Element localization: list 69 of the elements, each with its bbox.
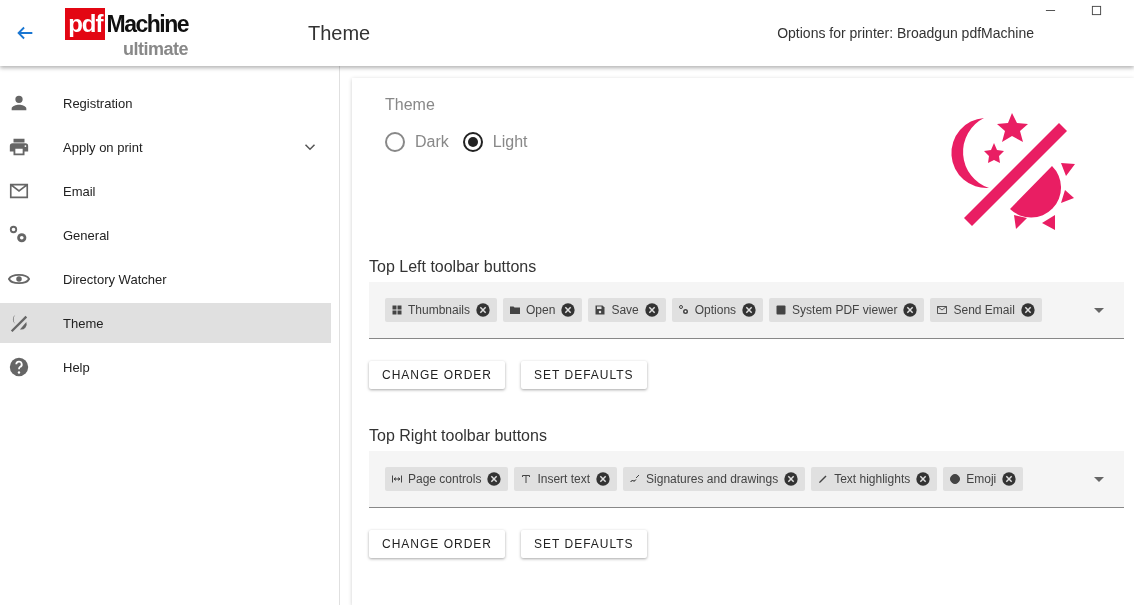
- action-button[interactable]: CHANGE ORDER: [369, 361, 505, 389]
- toolbar-chip[interactable]: Insert text: [514, 467, 618, 491]
- chip-select-field[interactable]: Thumbnails Open Save Options System PDF viewer Send Email: [369, 282, 1124, 339]
- remove-icon[interactable]: [643, 302, 660, 318]
- dropdown-caret-icon[interactable]: [1094, 476, 1104, 482]
- toolbar-chip[interactable]: Text highlights: [811, 467, 938, 491]
- dropdown-caret-icon[interactable]: [1094, 307, 1104, 313]
- pen-icon: [629, 473, 642, 485]
- logo-subtitle: ultimate: [123, 40, 188, 58]
- folder-icon: [509, 304, 522, 316]
- printer-icon: [8, 136, 30, 158]
- width-icon: [391, 473, 403, 485]
- toolbar-chip[interactable]: Open: [503, 298, 583, 322]
- remove-icon[interactable]: [741, 302, 758, 318]
- chip-label: Open: [526, 303, 556, 317]
- chip-label: Signatures and drawings: [646, 472, 779, 486]
- section-title: Top Left toolbar buttons: [369, 258, 538, 276]
- sidebar-item[interactable]: Registration: [0, 83, 331, 123]
- chip-label: Save: [611, 303, 639, 317]
- theme-radio[interactable]: Light: [462, 132, 528, 152]
- remove-icon[interactable]: [475, 302, 492, 318]
- theme-label: Theme: [385, 96, 436, 114]
- sidebar-item[interactable]: Theme: [0, 303, 331, 343]
- sidebar-item[interactable]: Directory Watcher: [0, 259, 331, 299]
- sidebar-item[interactable]: General: [0, 215, 331, 255]
- grid-icon: [391, 304, 403, 316]
- toolbar-chip[interactable]: Page controls: [385, 467, 509, 491]
- toolbar-chip[interactable]: Save: [588, 298, 666, 322]
- action-button[interactable]: CHANGE ORDER: [369, 530, 505, 558]
- sidebar-item[interactable]: Apply on print: [0, 127, 331, 167]
- help-icon: [8, 356, 30, 378]
- sidebar-item[interactable]: Help: [0, 347, 331, 387]
- chip-label: Page controls: [408, 472, 482, 486]
- marker-icon: [817, 473, 830, 485]
- chip-label: Options: [694, 303, 737, 317]
- toolbar-chip[interactable]: Thumbnails: [385, 298, 498, 322]
- remove-icon[interactable]: [1019, 302, 1036, 318]
- printer-label: Options for printer: Broadgun pdfMachine: [777, 25, 1034, 41]
- chip-label: System PDF viewer: [792, 303, 898, 317]
- chip-label: Thumbnails: [408, 303, 471, 317]
- toolbar-chip[interactable]: Emoji: [943, 467, 1024, 491]
- remove-icon[interactable]: [486, 471, 503, 487]
- chip-label: Text highlights: [834, 472, 911, 486]
- toolbar-chip[interactable]: Signatures and drawings: [623, 467, 806, 491]
- remove-icon[interactable]: [902, 302, 919, 318]
- maximize-icon[interactable]: [1091, 5, 1102, 16]
- text-icon: [520, 473, 533, 485]
- action-button[interactable]: SET DEFAULTS: [521, 361, 647, 389]
- chip-select-field[interactable]: Page controls Insert text Signatures and drawings Text highlights Emoji: [369, 451, 1124, 508]
- remove-icon[interactable]: [783, 471, 800, 487]
- section-title: Top Right toolbar buttons: [369, 427, 548, 445]
- logo-pdf-text: pdf: [65, 8, 106, 40]
- mail-icon: [936, 304, 949, 316]
- chip-label: Emoji: [966, 472, 997, 486]
- toolbar-chip[interactable]: Send Email: [930, 298, 1042, 322]
- toolbar-chip[interactable]: Options: [671, 298, 764, 322]
- remove-icon[interactable]: [595, 471, 612, 487]
- chip-label: Send Email: [953, 303, 1015, 317]
- logo-text: Machine: [106, 10, 188, 38]
- toolbar-chip[interactable]: System PDF viewer: [769, 298, 925, 322]
- floppy-icon: [594, 304, 607, 316]
- theme-radio[interactable]: Dark: [385, 132, 449, 152]
- action-button[interactable]: SET DEFAULTS: [521, 530, 647, 558]
- remove-icon[interactable]: [560, 302, 577, 318]
- sidebar-item[interactable]: Email: [0, 171, 331, 211]
- remove-icon[interactable]: [915, 471, 932, 487]
- remove-icon[interactable]: [1001, 471, 1018, 487]
- page-title: Theme: [308, 21, 371, 45]
- chip-label: Insert text: [537, 472, 591, 486]
